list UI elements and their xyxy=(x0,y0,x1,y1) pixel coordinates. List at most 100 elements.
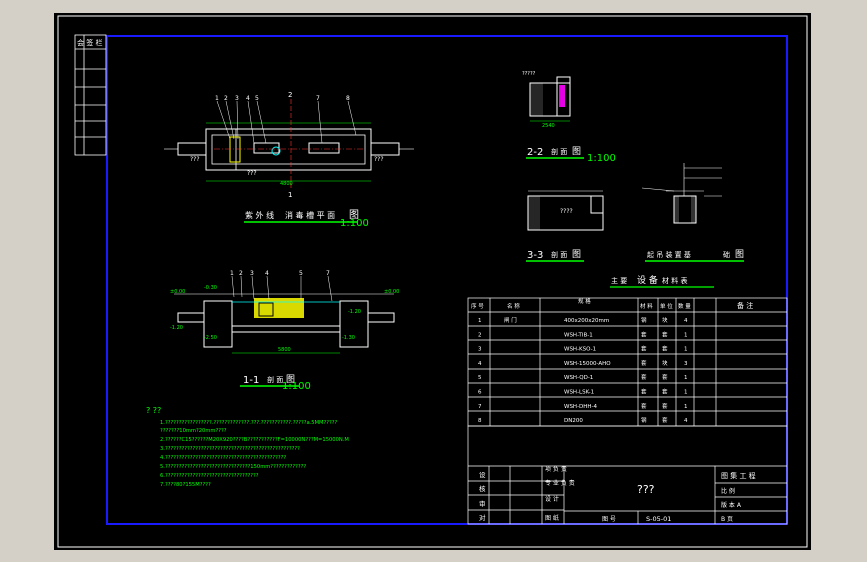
svg-text:2: 2 xyxy=(239,270,243,277)
svg-text:7: 7 xyxy=(326,270,330,277)
svg-text:5: 5 xyxy=(255,95,259,102)
table-cell: 8 xyxy=(478,418,482,424)
th-unit: 单 位 xyxy=(660,302,673,310)
table-cell: 1 xyxy=(684,332,688,338)
svg-text:1: 1 xyxy=(230,270,234,277)
table-cell: 1 xyxy=(684,404,688,410)
table-cell: WSH-15000-AHO xyxy=(564,361,611,367)
note-line: 3.??????????????????????????????????????… xyxy=(160,446,300,452)
th-remark: 备 注 xyxy=(737,301,753,310)
plan-title-b: 消 毒 槽 平 面 xyxy=(285,210,335,220)
general-notes: ? ?? 1.?????????????????.?????????????.?… xyxy=(146,406,349,488)
elevation-2: -0.30 xyxy=(204,285,217,291)
svg-text:8: 8 xyxy=(346,95,350,102)
sec33-label: ???? xyxy=(560,208,573,215)
equipment-table-body: 1闸 门 400x200x20mm 钢块 42 WSH-TIB-1 套套 13 WSH-KSO… xyxy=(478,316,688,424)
tb-version: 版 本 A xyxy=(721,501,742,509)
plan-view: 123 4578 2 1 4800 ??? ??? ??? xyxy=(164,91,414,199)
table-cell: 套 xyxy=(641,345,647,353)
table-cell: WSH-LSK-1 xyxy=(564,390,594,396)
notes-heading: ? ?? xyxy=(146,406,161,415)
table-cell: 套 xyxy=(662,373,668,381)
plan-callout-numbers: 123 45 7 8 xyxy=(215,95,350,102)
sec22-title-c: 图 xyxy=(572,146,581,157)
table-cell: WSH-DHH-4 xyxy=(564,404,598,410)
hoist-title-c: 图 xyxy=(735,249,744,260)
elevation-5: -1.30 xyxy=(342,335,355,341)
table-cell: 3 xyxy=(684,361,688,367)
elevation-7: ±0.00 xyxy=(384,289,399,295)
svg-text:3: 3 xyxy=(235,95,239,102)
table-cell: WSH-QD-1 xyxy=(564,375,593,381)
table-title-a: 主 要 xyxy=(611,276,627,285)
elevation-1: ±0.00 xyxy=(170,289,185,295)
tb-sig-label: 设 计 xyxy=(545,495,559,503)
title-block-sig-labels: 项 负 责 专 业 负 责 设 计 图 纸 xyxy=(545,465,575,522)
svg-text:4: 4 xyxy=(265,270,269,277)
table-cell: 块 xyxy=(662,316,668,324)
table-cell: 套 xyxy=(662,330,668,338)
tb-left-label: 对 xyxy=(479,513,486,522)
th-name: 名 称 xyxy=(507,302,520,310)
hoist-title-a: 起 吊 装 置 基 xyxy=(647,250,691,259)
table-cell: 1 xyxy=(684,375,688,381)
table-cell: 1 xyxy=(684,347,688,353)
table-cell: 套 xyxy=(662,416,668,424)
note-line: 2.??????C15??????M20X920????B???????????… xyxy=(160,437,349,443)
elevation-4: -2.50 xyxy=(204,335,217,341)
tb-scale-label: 比 例 xyxy=(721,487,735,495)
table-cell: 钢 xyxy=(641,316,647,324)
hoist-foundation-detail xyxy=(641,163,722,224)
table-cell: 套 xyxy=(662,402,668,410)
table-title-b: 设 备 xyxy=(637,274,658,286)
tb-center-text: ??? xyxy=(637,483,655,496)
tb-page: B 页 xyxy=(721,516,733,523)
drawing-sheet: 会 签 栏 123 4578 2 1 4800 ??? ??? ??? 紫 外 … xyxy=(54,13,811,550)
table-cell: 3 xyxy=(478,347,482,353)
table-cell: DN200 xyxy=(564,418,583,424)
note-line: 1.?????????????????.?????????????.???.??… xyxy=(160,420,338,426)
svg-text:2: 2 xyxy=(224,95,228,102)
svg-text:5: 5 xyxy=(299,270,303,277)
elevation-3: -1.20 xyxy=(170,325,183,331)
table-cell: 套 xyxy=(641,359,647,367)
plan-cut-mark-bottom: 1 xyxy=(288,191,292,199)
note-line: 7.????80?155M???? xyxy=(160,482,211,488)
plan-label-left: ??? xyxy=(190,156,200,163)
section-3-3: ???? xyxy=(527,190,604,231)
side-signing-strip xyxy=(74,34,107,156)
svg-text:1: 1 xyxy=(215,95,219,102)
section-2-2: 2540 ????? xyxy=(522,71,571,129)
table-cell: 套 xyxy=(641,402,647,410)
table-cell: 钢 xyxy=(641,416,647,424)
tb-drawing-no-label: 图 号 xyxy=(602,516,616,523)
table-cell: 套 xyxy=(641,373,647,381)
plan-title-a: 紫 外 线 xyxy=(245,210,274,220)
table-cell: 套 xyxy=(662,345,668,353)
table-cell: 1 xyxy=(478,318,482,324)
cad-drawing: 会 签 栏 123 4578 2 1 4800 ??? ??? ??? 紫 外 … xyxy=(57,15,808,548)
tb-sig-label: 项 负 责 xyxy=(545,465,567,473)
title-block-left-labels: 设 核 审 对 xyxy=(479,470,486,522)
hoist-title-b: 础 xyxy=(723,250,730,259)
note-line: 4.??????????????????????????????????????… xyxy=(160,455,286,461)
note-line: ???????10mm?20mm???? xyxy=(160,428,227,434)
sec22-title-b: 剖 面 xyxy=(551,147,567,156)
sec22-title-a: 2-2 xyxy=(527,147,543,158)
table-cell: 套 xyxy=(641,388,647,396)
tb-project: 图 集 工 程 xyxy=(721,471,756,480)
plan-scale: 1:100 xyxy=(340,218,369,229)
elevation-6: -1.20 xyxy=(348,309,361,315)
table-cell: 4 xyxy=(684,418,688,424)
sec11-title-b: 剖 面 xyxy=(267,375,283,384)
sec11-scale: 1:100 xyxy=(282,381,311,392)
section-1-1: 123 4 5 7 5800 ±0.00 -0.30 -1.20 -2.50 -1.… xyxy=(170,270,399,354)
tb-left-label: 核 xyxy=(479,484,486,493)
sec11-title-a: 1-1 xyxy=(243,375,259,386)
tb-left-label: 审 xyxy=(479,499,486,508)
table-cell: 2 xyxy=(478,332,482,338)
table-cell: 套 xyxy=(641,330,647,338)
th-index: 序 号 xyxy=(471,302,484,310)
svg-text:7: 7 xyxy=(316,95,320,102)
tb-left-label: 设 xyxy=(479,470,486,479)
